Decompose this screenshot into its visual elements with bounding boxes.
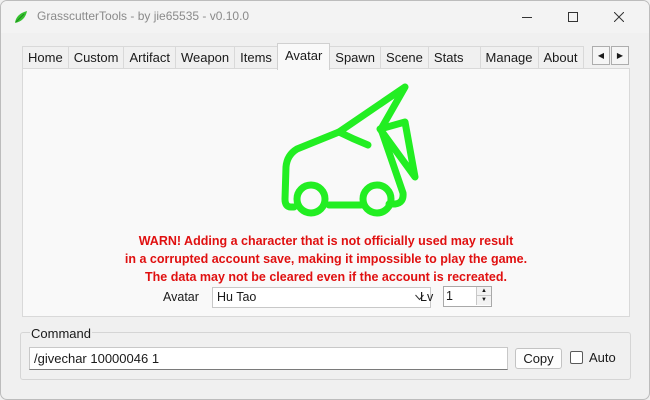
tab-custom[interactable]: Custom — [67, 46, 125, 69]
tab-stats[interactable]: Stats — [427, 46, 481, 69]
tab-spawn[interactable]: Spawn — [329, 46, 382, 69]
avatar-tab-page: WARN! Adding a character that is not off… — [22, 68, 630, 317]
tab-artifact[interactable]: Artifact — [123, 46, 176, 69]
level-stepper[interactable]: 1 ▲ ▼ — [443, 286, 492, 307]
tab-strip: Home Custom Artifact Weapon Items Avatar… — [22, 43, 584, 70]
tab-scroll-right-button[interactable]: ▶ — [611, 46, 629, 65]
tab-home[interactable]: Home — [22, 46, 69, 69]
tab-weapon[interactable]: Weapon — [174, 46, 236, 69]
avatar-dropdown-value: Hu Tao — [217, 290, 257, 304]
tab-manage[interactable]: Manage — [479, 46, 539, 69]
level-label: Lv — [420, 290, 434, 304]
maximize-button[interactable] — [550, 1, 596, 33]
warning-line: WARN! Adding a character that is not off… — [138, 234, 514, 248]
tab-scroll-left-button[interactable]: ◀ — [592, 46, 610, 65]
app-icon — [15, 11, 27, 23]
window-title: GrasscutterTools - by jie65535 - v0.10.0 — [37, 9, 250, 23]
command-input[interactable]: /givechar 10000046 1 — [29, 347, 508, 370]
auto-checkbox[interactable] — [570, 351, 583, 364]
car-icon — [281, 83, 419, 217]
tab-avatar[interactable]: Avatar — [276, 43, 331, 70]
arrow-down-icon: ▼ — [481, 297, 487, 303]
copy-button[interactable]: Copy — [515, 348, 562, 369]
warning-line: The data may not be cleared even if the … — [145, 270, 507, 284]
arrow-up-icon: ▲ — [481, 287, 487, 294]
tab-about[interactable]: About — [537, 46, 584, 69]
minimize-button[interactable] — [504, 1, 550, 33]
maximize-icon — [568, 12, 578, 22]
tab-items[interactable]: Items — [234, 46, 278, 69]
warning-message: WARN! Adding a character that is not off… — [23, 232, 629, 286]
warning-line: in a corrupted account save, making it i… — [124, 252, 528, 266]
level-increment-button[interactable]: ▲ — [476, 287, 491, 296]
tab-scene[interactable]: Scene — [380, 46, 429, 69]
arrow-right-icon: ▶ — [616, 51, 624, 60]
command-group-label: Command — [30, 326, 92, 341]
arrow-left-icon: ◀ — [597, 51, 605, 60]
avatar-dropdown[interactable]: Hu Tao — [212, 287, 431, 308]
app-window: GrasscutterTools - by jie65535 - v0.10.0… — [0, 0, 650, 400]
close-icon — [614, 12, 624, 22]
title-bar: GrasscutterTools - by jie65535 - v0.10.0 — [1, 1, 649, 33]
auto-checkbox-label[interactable]: Auto — [589, 350, 616, 365]
level-decrement-button[interactable]: ▼ — [476, 296, 491, 305]
level-value: 1 — [446, 289, 453, 303]
minimize-icon — [522, 17, 532, 18]
close-button[interactable] — [596, 1, 642, 33]
avatar-label: Avatar — [163, 290, 199, 304]
